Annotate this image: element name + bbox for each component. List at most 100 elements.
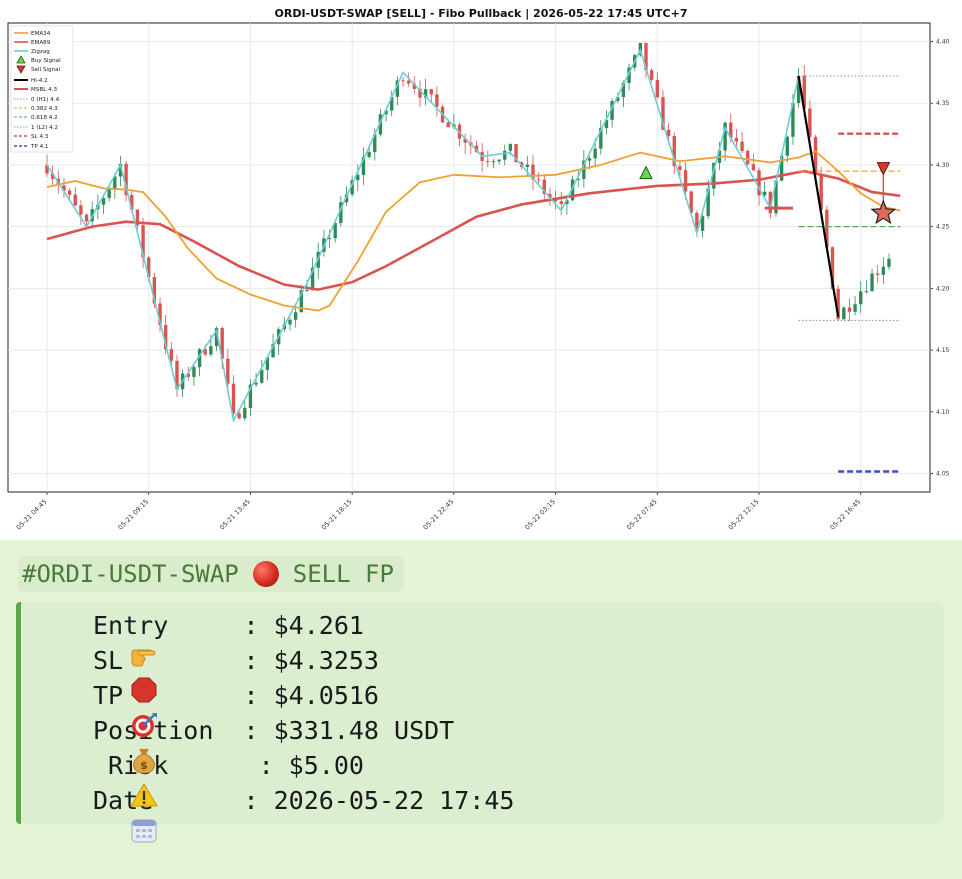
x-tick-label: 05-21 09:15 bbox=[116, 498, 150, 532]
candle-body bbox=[876, 273, 880, 275]
svg-text:$: $ bbox=[140, 759, 148, 772]
y-tick-label: 4.10 bbox=[936, 409, 950, 416]
red-circle-icon bbox=[252, 561, 279, 587]
candle-body bbox=[508, 144, 513, 151]
x-tick-label: 05-22 07:45 bbox=[625, 498, 659, 532]
candle-body bbox=[254, 382, 258, 385]
candle-body bbox=[491, 161, 496, 163]
entry-row: Entry : $4.261 bbox=[39, 608, 944, 666]
position-value: : $331.48 USDT bbox=[228, 716, 455, 745]
y-tick-label: 4.25 bbox=[936, 224, 950, 231]
x-tick-label: 05-21 13:45 bbox=[218, 498, 252, 532]
x-tick-label: 05-21 18:15 bbox=[320, 498, 354, 532]
candle-body bbox=[107, 188, 111, 198]
candle-body bbox=[842, 307, 846, 320]
candle-body bbox=[293, 312, 298, 320]
y-tick-label: 4.30 bbox=[936, 162, 950, 169]
candle-body bbox=[192, 367, 196, 377]
candle-body bbox=[587, 158, 592, 161]
candle-body bbox=[67, 190, 72, 195]
x-tick-label: 05-22 12:15 bbox=[727, 498, 761, 532]
candle-body bbox=[881, 266, 886, 275]
candle-body bbox=[746, 150, 750, 165]
candle-body bbox=[870, 273, 874, 292]
candle-body bbox=[853, 304, 857, 312]
legend-label: Sell Signal bbox=[31, 67, 61, 73]
y-tick-label: 4.35 bbox=[936, 100, 950, 107]
candle-body bbox=[84, 214, 89, 222]
y-tick-label: 4.15 bbox=[936, 347, 950, 354]
money-bag-icon: $ bbox=[39, 717, 156, 774]
candle-body bbox=[406, 80, 411, 84]
candle-body bbox=[751, 164, 756, 171]
y-tick-label: 4.40 bbox=[936, 39, 950, 46]
candle-body bbox=[260, 369, 264, 383]
entry-label: Entry bbox=[93, 611, 229, 640]
calendar-icon bbox=[39, 787, 157, 842]
candle-body bbox=[288, 319, 292, 325]
legend-label: TP 4.1 bbox=[30, 144, 49, 150]
chart-panel: ORDI-USDT-SWAP [SELL] - Fibo Pullback | … bbox=[0, 0, 962, 540]
risk-value: : $5.00 bbox=[243, 751, 364, 780]
candle-body bbox=[859, 291, 863, 305]
tp-row: TP : $4.0516 bbox=[39, 678, 944, 737]
candle-body bbox=[237, 413, 241, 419]
pair-hashtag-link[interactable]: #ORDI-USDT-SWAP bbox=[22, 560, 239, 588]
candle-body bbox=[683, 170, 688, 192]
candle-body bbox=[559, 201, 563, 204]
candle-body bbox=[367, 152, 371, 157]
x-tick-label: 05-22 16:45 bbox=[828, 498, 862, 532]
candle-body bbox=[678, 166, 682, 171]
candle-body bbox=[435, 94, 439, 107]
x-tick-label: 05-21 22:45 bbox=[422, 498, 456, 532]
target-icon bbox=[39, 682, 158, 737]
candle-body bbox=[887, 258, 891, 267]
legend-label: MSBL 4.3 bbox=[31, 87, 57, 93]
tp-value: : $4.0516 bbox=[228, 681, 379, 710]
candle-body bbox=[231, 383, 236, 414]
risk-row: Risk : $5.00 bbox=[39, 748, 944, 806]
legend-label: 0.618 4.2 bbox=[31, 115, 58, 121]
legend-label: Zigzag bbox=[31, 49, 50, 55]
signal-details-block: Entry : $4.261 SL : $4.3253 TP : $4.0516… bbox=[16, 602, 944, 842]
candle-body bbox=[536, 179, 541, 181]
candle-body bbox=[593, 148, 597, 159]
candle-body bbox=[503, 150, 507, 160]
signal-label: SELL FP bbox=[292, 560, 394, 588]
candle-body bbox=[169, 349, 174, 361]
y-tick-label: 4.20 bbox=[936, 285, 950, 292]
hashtag-bar: #ORDI-USDT-SWAP SELL FP bbox=[18, 556, 404, 592]
chart-legend: EMA34 EMA89 Zigzag Buy Signal Sell Signal Hi-… bbox=[10, 25, 74, 153]
candle-body bbox=[525, 164, 530, 167]
candle-body bbox=[734, 137, 739, 142]
sl-row: SL : $4.3253 bbox=[39, 643, 944, 702]
y-tick-label: 4.05 bbox=[936, 470, 950, 477]
warning-icon bbox=[39, 752, 159, 806]
chart-title: ORDI-USDT-SWAP [SELL] - Fibo Pullback | … bbox=[275, 7, 688, 20]
x-tick-label: 05-22 03:15 bbox=[523, 498, 557, 532]
plot-area bbox=[7, 22, 931, 493]
candle-body bbox=[209, 346, 213, 355]
position-row: $ Position : $331.48 USDT bbox=[39, 713, 944, 774]
candle-body bbox=[497, 159, 501, 162]
price-chart: ORDI-USDT-SWAP [SELL] - Fibo Pullback | … bbox=[7, 7, 950, 532]
candle-body bbox=[864, 291, 869, 293]
candle-body bbox=[785, 136, 789, 156]
legend-label: 0 (H1) 4.4 bbox=[31, 97, 60, 103]
pointing-hand-icon bbox=[39, 612, 156, 666]
candle-body bbox=[305, 290, 309, 292]
legend-label: Buy Signal bbox=[31, 58, 61, 64]
legend-label: SL 4.3 bbox=[31, 134, 49, 140]
candle-body bbox=[655, 79, 659, 98]
candle-body bbox=[446, 122, 450, 128]
x-tick-label: 05-21 04:45 bbox=[15, 498, 49, 532]
legend-label: Hi-4.2 bbox=[31, 78, 48, 84]
sl-value: : $4.3253 bbox=[228, 646, 379, 675]
candle-body bbox=[243, 407, 247, 419]
candle-body bbox=[649, 70, 654, 80]
legend-label: 1 (L2) 4.2 bbox=[31, 125, 58, 131]
legend-label: EMA34 bbox=[31, 31, 51, 37]
candle-body bbox=[73, 194, 77, 206]
legend-label: EMA89 bbox=[31, 40, 51, 46]
candle-body bbox=[486, 160, 490, 162]
